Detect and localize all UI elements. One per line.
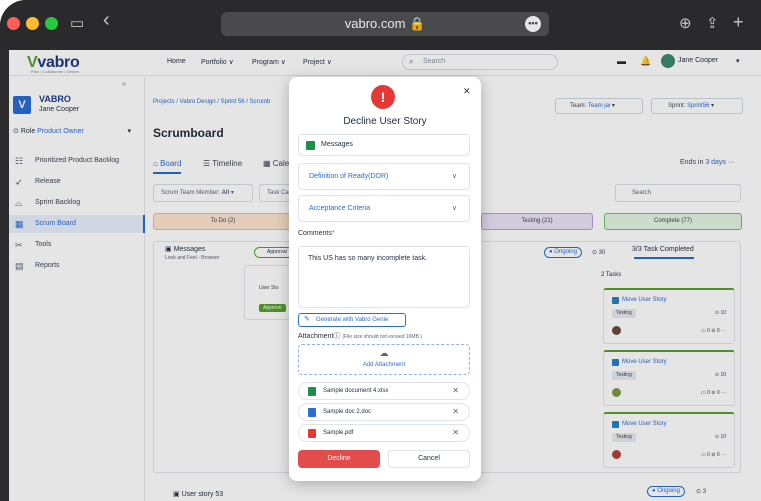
modal-title: Decline User Story — [343, 116, 427, 127]
attachment-label: Attachmentⓘ (File size should not exceed… — [298, 333, 422, 340]
word-file-icon — [308, 408, 316, 417]
new-tab-icon[interactable]: + — [733, 13, 744, 31]
generate-genie-button[interactable]: ✎ Generate with Vabro Genie — [298, 313, 406, 327]
browser-window: ▭ ‹ vabro.com 🔒 ••• ⊕ ⇪ + Vvabro Plan • … — [0, 0, 761, 501]
story-type-icon — [306, 141, 315, 150]
minimize-window-button[interactable] — [26, 17, 39, 30]
attachment-file[interactable]: Sample doc 2.doc ✕ — [298, 403, 470, 421]
info-icon: ⓘ — [333, 333, 341, 340]
address-bar[interactable]: vabro.com 🔒 ••• — [221, 12, 549, 36]
add-attachment-dropzone[interactable]: ☁ Add Attachment — [298, 344, 470, 375]
attachment-file[interactable]: Sample document 4.xlsx ✕ — [298, 382, 470, 400]
decline-button[interactable]: Decline — [298, 450, 380, 468]
attachment-file[interactable]: Sample.pdf ✕ — [298, 424, 470, 442]
excel-file-icon — [308, 387, 316, 396]
chevron-down-icon: ∨ — [451, 173, 457, 180]
remove-file-icon[interactable]: ✕ — [452, 425, 459, 441]
maximize-window-button[interactable] — [45, 17, 58, 30]
accordion-acceptance-criteria[interactable]: Acceptance Criteria ∨ — [298, 195, 470, 222]
close-window-button[interactable] — [7, 17, 20, 30]
browser-titlebar: ▭ ‹ vabro.com 🔒 ••• ⊕ ⇪ + — [0, 0, 761, 50]
magic-wand-icon: ✎ — [304, 316, 310, 323]
comments-label: Comments* — [298, 230, 335, 237]
lock-icon: 🔒 — [409, 16, 426, 31]
chevron-down-icon: ∨ — [451, 205, 457, 212]
remove-file-icon[interactable]: ✕ — [452, 383, 459, 399]
share-icon[interactable]: ⇪ — [706, 15, 719, 33]
alert-icon: ! — [371, 85, 395, 109]
upload-cloud-icon: ☁ — [379, 348, 389, 358]
back-arrow-icon[interactable]: ‹ — [103, 10, 110, 30]
accordion-dor[interactable]: Definition of Ready(DOR) ∨ — [298, 163, 470, 190]
selected-story: Messages — [298, 134, 470, 156]
download-icon[interactable]: ⊕ — [679, 15, 692, 33]
comments-textarea[interactable]: This US has so many incomplete task. — [298, 246, 470, 308]
close-icon[interactable]: ✕ — [463, 86, 471, 97]
remove-file-icon[interactable]: ✕ — [452, 404, 459, 420]
pdf-file-icon — [308, 429, 316, 438]
decline-user-story-modal: ! ✕ Decline User Story Messages Definiti… — [289, 77, 481, 481]
more-options-icon[interactable]: ••• — [525, 16, 541, 32]
cancel-button[interactable]: Cancel — [388, 450, 470, 468]
url-text: vabro.com — [344, 16, 406, 31]
sidebar-toggle-icon[interactable]: ▭ — [70, 15, 84, 33]
